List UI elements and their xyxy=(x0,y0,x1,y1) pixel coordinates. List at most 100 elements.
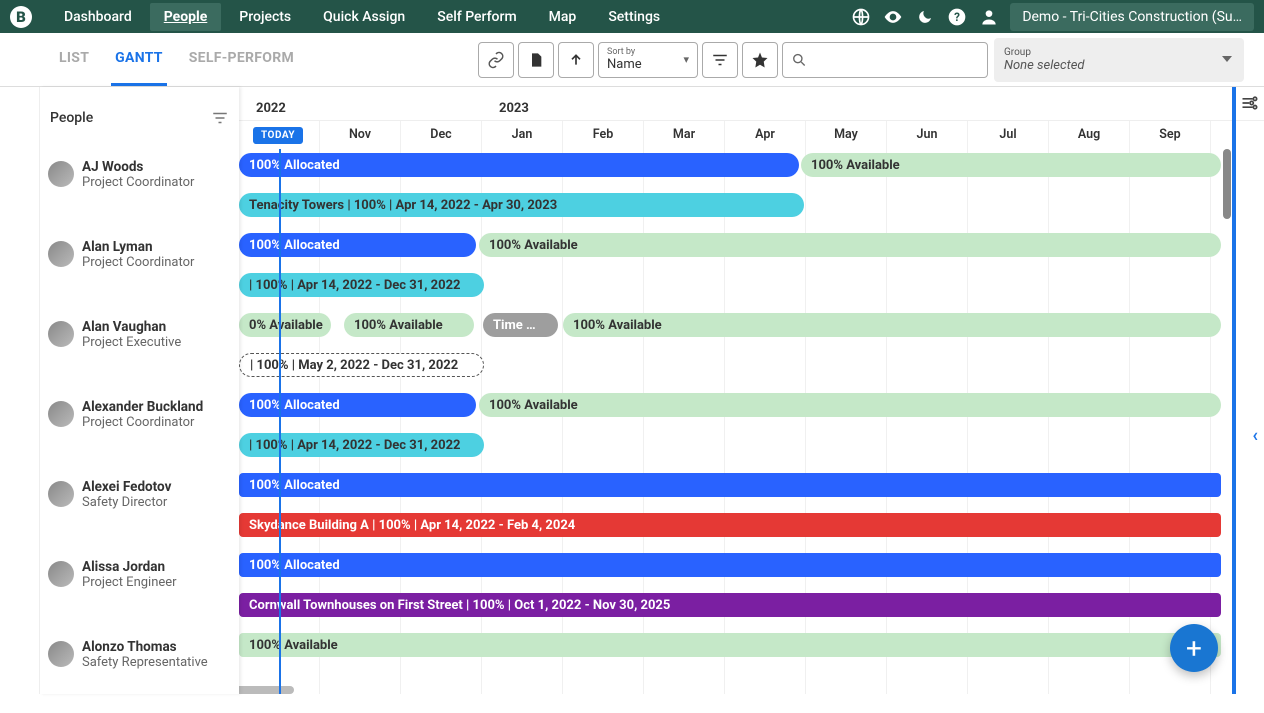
dark-mode-icon[interactable] xyxy=(914,6,936,28)
gantt-bar[interactable]: 100% Available xyxy=(479,393,1221,417)
nav-item-settings[interactable]: Settings xyxy=(594,3,674,31)
gantt-bar[interactable]: 100% Available xyxy=(239,633,1221,657)
right-drawer-edge[interactable] xyxy=(1232,87,1236,694)
month-label: Feb xyxy=(563,121,644,149)
gantt-bar[interactable]: 100% Available xyxy=(344,313,474,337)
month-label: Jun xyxy=(887,121,968,149)
month-label: Jul xyxy=(968,121,1049,149)
group-selector[interactable]: Group None selected xyxy=(994,38,1244,82)
nav-item-projects[interactable]: Projects xyxy=(225,3,305,31)
nav-item-people[interactable]: People xyxy=(150,3,222,31)
gantt-row: 0% Available100% AvailableTime …100% Ava… xyxy=(239,309,1264,389)
favorite-button[interactable] xyxy=(742,42,778,78)
gantt-row: 100% Allocated Cornwall Townhouses on Fir… xyxy=(239,549,1264,629)
gantt-bar[interactable]: 100% Available xyxy=(801,153,1221,177)
visibility-icon[interactable] xyxy=(882,6,904,28)
person-row[interactable]: Alan Vaughan Project Executive xyxy=(40,313,239,393)
month-label: Jan xyxy=(482,121,563,149)
avatar xyxy=(48,241,74,267)
person-title: Safety Director xyxy=(82,495,171,511)
link-button[interactable] xyxy=(478,42,514,78)
person-row[interactable]: AJ Woods Project Coordinator xyxy=(40,153,239,233)
person-title: Project Coordinator xyxy=(82,255,194,271)
gantt-area[interactable]: 20222023 TODAY OctNovDecJanFebMarAprMayJ… xyxy=(239,87,1264,694)
year-label: 2022 xyxy=(256,101,286,116)
gantt-settings-icon[interactable] xyxy=(1238,91,1262,115)
collapse-chevron-icon[interactable]: ‹ xyxy=(1252,425,1258,446)
document-button[interactable] xyxy=(518,42,554,78)
person-title: Project Executive xyxy=(82,335,181,351)
avatar xyxy=(48,481,74,507)
upload-button[interactable] xyxy=(558,42,594,78)
top-nav-bar: B DashboardPeopleProjectsQuick AssignSel… xyxy=(0,0,1264,33)
month-label: Nov xyxy=(320,121,401,149)
gantt-row: 100% Allocated100% Available | 100% | Apr… xyxy=(239,389,1264,469)
filter-icon[interactable] xyxy=(211,109,229,127)
person-name: Alonzo Thomas xyxy=(82,639,208,655)
person-name: Alexei Fedotov xyxy=(82,479,171,495)
tab-list[interactable]: LIST xyxy=(55,33,93,86)
person-name: AJ Woods xyxy=(82,159,194,175)
people-list: AJ Woods Project Coordinator Alan Lyman … xyxy=(40,153,239,713)
today-badge[interactable]: TODAY xyxy=(253,127,303,144)
gantt-bar[interactable]: 100% Allocated xyxy=(239,393,476,417)
person-row[interactable]: Alexei Fedotov Safety Director xyxy=(40,473,239,553)
left-gutter xyxy=(0,87,40,694)
sort-selector[interactable]: Sort by Name xyxy=(598,42,698,78)
gantt-bar[interactable]: 100% Available xyxy=(479,233,1221,257)
search-box[interactable] xyxy=(782,42,988,78)
person-row[interactable]: Alissa Jordan Project Engineer xyxy=(40,553,239,633)
gantt-bar[interactable]: Tenacity Towers | 100% | Apr 14, 2022 - … xyxy=(239,193,804,217)
gantt-bar[interactable]: 100% Available xyxy=(563,313,1221,337)
gantt-bar[interactable]: | 100% | May 2, 2022 - Dec 31, 2022 xyxy=(239,353,484,377)
month-label: Dec xyxy=(401,121,482,149)
gantt-bar[interactable]: Cornwall Townhouses on First Street | 10… xyxy=(239,593,1221,617)
person-row[interactable]: Alan Lyman Project Coordinator xyxy=(40,233,239,313)
gantt-row: 100% Allocated100% Available Tenacity Tow… xyxy=(239,149,1264,229)
vertical-scrollbar[interactable] xyxy=(1223,149,1231,219)
user-icon[interactable] xyxy=(978,6,1000,28)
view-tabs: LIST GANTT SELF-PERFORM xyxy=(55,33,298,86)
person-row[interactable]: Alexander Buckland Project Coordinator xyxy=(40,393,239,473)
group-value: None selected xyxy=(1004,58,1234,73)
month-label: May xyxy=(806,121,887,149)
person-row[interactable]: Alonzo Thomas Safety Representative xyxy=(40,633,239,713)
gantt-bar[interactable]: 0% Available xyxy=(239,313,331,337)
gantt-bar[interactable]: | 100% | Apr 14, 2022 - Dec 31, 2022 xyxy=(239,433,484,457)
month-label: Mar xyxy=(644,121,725,149)
gantt-bar[interactable]: Time … xyxy=(483,313,558,337)
nav-item-map[interactable]: Map xyxy=(535,3,591,31)
people-title: People xyxy=(50,110,93,126)
search-input[interactable] xyxy=(807,52,979,67)
language-icon[interactable] xyxy=(850,6,872,28)
gantt-header: 20222023 TODAY OctNovDecJanFebMarAprMayJ… xyxy=(239,101,1264,149)
add-fab[interactable]: + xyxy=(1170,624,1218,672)
person-name: Alexander Buckland xyxy=(82,399,203,415)
gantt-bar[interactable]: 100% Allocated xyxy=(239,233,476,257)
tab-gantt[interactable]: GANTT xyxy=(111,33,167,86)
gantt-body: 100% Allocated100% AvailableTenacity Tow… xyxy=(239,149,1264,694)
person-name: Alan Vaughan xyxy=(82,319,181,335)
gantt-row: 100% Allocated100% Available | 100% | Apr… xyxy=(239,229,1264,309)
org-selector[interactable]: Demo - Tri-Cities Construction (Su… xyxy=(1010,3,1254,31)
gantt-bar[interactable]: Skydance Building A | 100% | Apr 14, 202… xyxy=(239,513,1221,537)
gantt-bar[interactable]: 100% Allocated xyxy=(239,473,1221,497)
search-icon xyxy=(791,51,807,69)
app-logo[interactable]: B xyxy=(10,6,32,28)
month-label: Aug xyxy=(1049,121,1130,149)
person-title: Project Coordinator xyxy=(82,415,203,431)
gantt-bar[interactable]: | 100% | Apr 14, 2022 - Dec 31, 2022 xyxy=(239,273,484,297)
gantt-bar[interactable]: 100% Allocated xyxy=(239,153,799,177)
filter-button[interactable] xyxy=(702,42,738,78)
avatar xyxy=(48,161,74,187)
gantt-row: 100% Available xyxy=(239,629,1264,694)
gantt-row: 100% Allocated Skydance Building A | 100%… xyxy=(239,469,1264,549)
tab-self-perform[interactable]: SELF-PERFORM xyxy=(185,33,298,86)
nav-item-quick-assign[interactable]: Quick Assign xyxy=(309,3,419,31)
sort-value: Name xyxy=(607,57,689,72)
help-icon[interactable]: ? xyxy=(946,6,968,28)
group-label: Group xyxy=(1004,47,1234,58)
nav-item-self-perform[interactable]: Self Perform xyxy=(423,3,530,31)
gantt-bar[interactable]: 100% Allocated xyxy=(239,553,1221,577)
nav-item-dashboard[interactable]: Dashboard xyxy=(50,3,146,31)
